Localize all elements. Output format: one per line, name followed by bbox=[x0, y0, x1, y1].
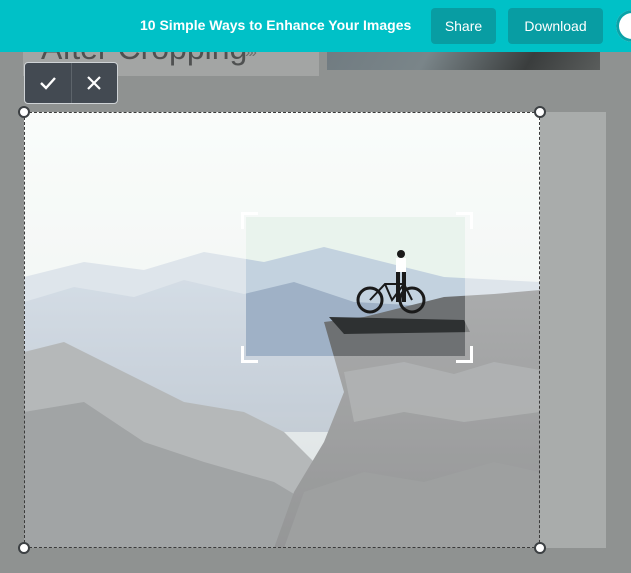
close-icon bbox=[87, 76, 102, 90]
menu-toggle[interactable] bbox=[616, 10, 631, 42]
resize-handle-bottom-right[interactable] bbox=[534, 542, 546, 554]
cancel-crop-button[interactable] bbox=[71, 63, 117, 103]
resize-handle-top-right[interactable] bbox=[534, 106, 546, 118]
image-frame-border bbox=[24, 112, 540, 548]
top-bar: 10 Simple Ways to Enhance Your Images Sh… bbox=[0, 0, 631, 52]
download-button[interactable]: Download bbox=[508, 8, 603, 44]
checkmark-icon bbox=[39, 77, 56, 90]
document-title[interactable]: 10 Simple Ways to Enhance Your Images bbox=[140, 17, 411, 33]
confirm-crop-button[interactable] bbox=[25, 63, 71, 103]
share-button[interactable]: Share bbox=[431, 8, 496, 44]
resize-handle-top-left[interactable] bbox=[18, 106, 30, 118]
crop-toolbar bbox=[24, 62, 118, 104]
resize-handle-bottom-left[interactable] bbox=[18, 542, 30, 554]
